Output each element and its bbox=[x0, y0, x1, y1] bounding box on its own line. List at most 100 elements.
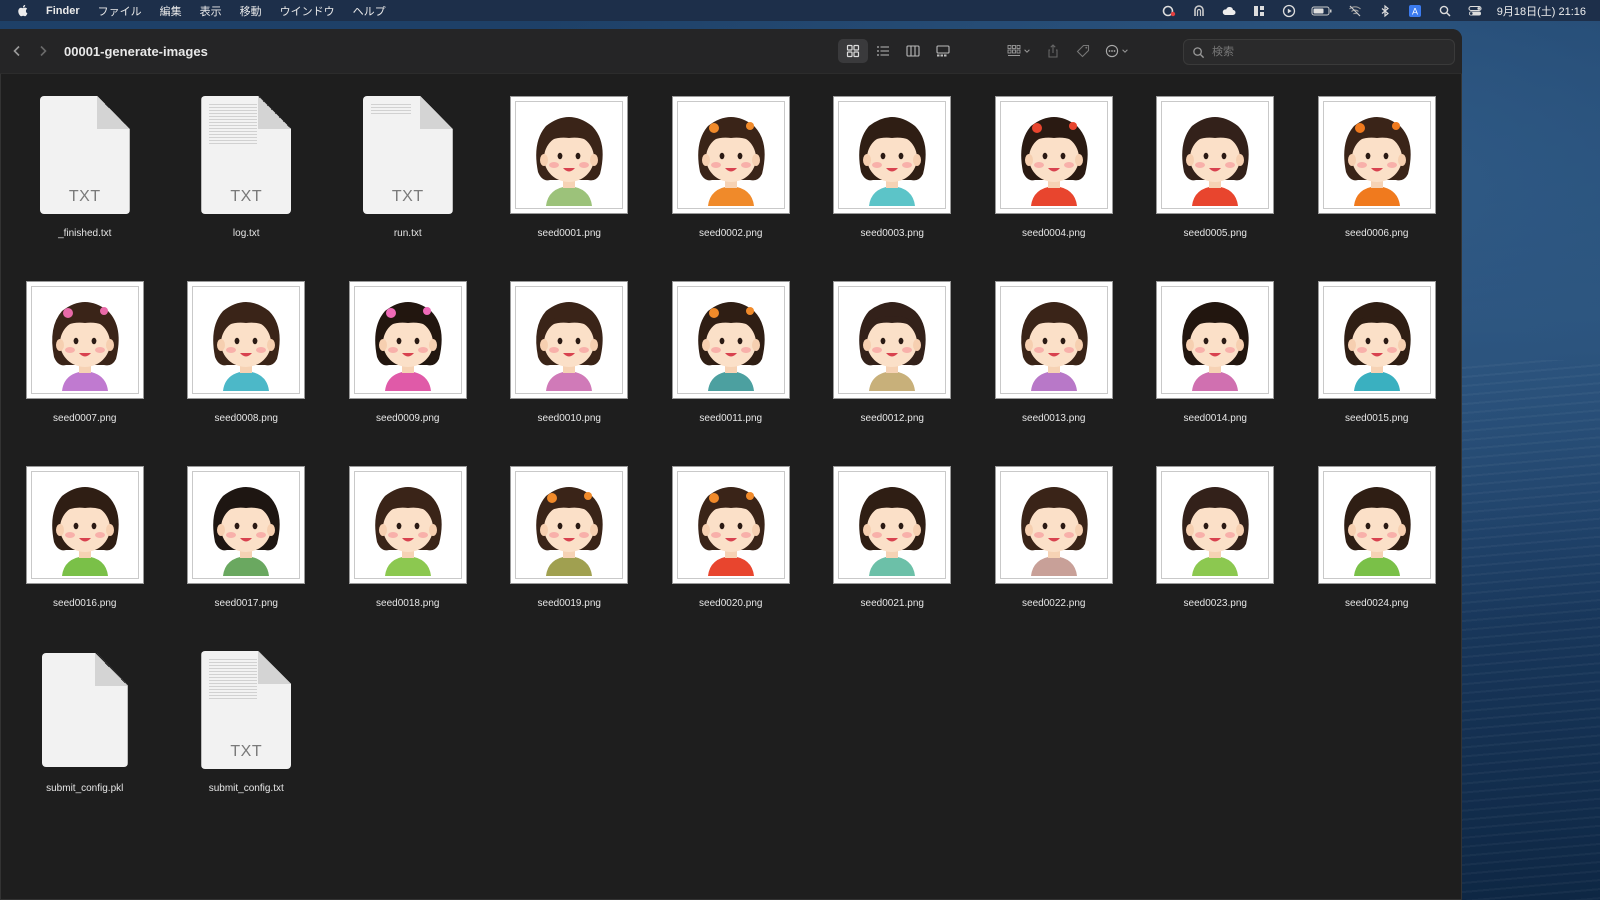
back-button[interactable] bbox=[4, 38, 30, 64]
girl-face-illustration-icon bbox=[839, 102, 946, 208]
text-document-icon: TXT bbox=[39, 96, 130, 214]
menu-window[interactable]: ウインドウ bbox=[271, 0, 344, 21]
app-menu-finder[interactable]: Finder bbox=[42, 0, 89, 21]
chevron-down-icon bbox=[1024, 49, 1030, 53]
file-name-label: run.txt bbox=[393, 228, 422, 239]
play-icon[interactable] bbox=[1281, 4, 1297, 18]
search-field[interactable] bbox=[1183, 39, 1455, 65]
forward-button[interactable] bbox=[30, 38, 56, 64]
file-item[interactable]: seed0011.png bbox=[650, 266, 812, 451]
file-item[interactable]: TXT submit_config.txt bbox=[166, 636, 328, 821]
chevron-left-icon bbox=[13, 45, 20, 57]
file-item[interactable]: seed0014.png bbox=[1135, 266, 1297, 451]
file-name-label: submit_config.txt bbox=[208, 783, 284, 794]
action-group bbox=[1000, 39, 1136, 63]
file-name-label: seed0002.png bbox=[699, 228, 763, 239]
file-item[interactable]: submit_config.pkl bbox=[4, 636, 166, 821]
menu-edit[interactable]: 編集 bbox=[151, 0, 191, 21]
menu-view[interactable]: 表示 bbox=[191, 0, 231, 21]
file-extension-label: TXT bbox=[230, 743, 263, 760]
file-name-label: seed0014.png bbox=[1183, 413, 1247, 424]
girl-face-illustration-icon bbox=[1000, 472, 1107, 578]
girl-face-illustration-icon bbox=[516, 102, 623, 208]
file-item[interactable]: seed0013.png bbox=[973, 266, 1135, 451]
cloud-icon[interactable] bbox=[1221, 4, 1237, 18]
ellipsis-circle-icon bbox=[1105, 44, 1119, 58]
share-button[interactable] bbox=[1038, 39, 1068, 63]
file-item[interactable]: TXT run.txt bbox=[327, 81, 489, 266]
file-item[interactable]: seed0016.png bbox=[4, 451, 166, 636]
image-preview bbox=[1157, 282, 1274, 398]
file-item[interactable]: seed0020.png bbox=[650, 451, 812, 636]
menu-file[interactable]: ファイル bbox=[89, 0, 151, 21]
list-icon bbox=[877, 46, 889, 56]
file-item[interactable]: seed0009.png bbox=[327, 266, 489, 451]
icon-view-button[interactable] bbox=[838, 39, 868, 63]
menu-bar-clock[interactable]: 9月18日(土) 21:16 bbox=[1497, 3, 1586, 19]
file-thumbnail bbox=[499, 270, 639, 410]
file-item[interactable]: TXT log.txt bbox=[166, 81, 328, 266]
girl-face-illustration-icon bbox=[839, 472, 946, 578]
file-name-label: seed0020.png bbox=[699, 598, 763, 609]
image-preview bbox=[834, 282, 951, 398]
battery-icon[interactable] bbox=[1311, 4, 1333, 18]
menu-help[interactable]: ヘルプ bbox=[344, 0, 395, 21]
image-preview bbox=[1318, 282, 1435, 398]
finder-toolbar: 00001-generate-images bbox=[0, 29, 1462, 74]
menu-bar-status: A 9月18日(土) 21:16 bbox=[1161, 0, 1600, 21]
file-item[interactable]: seed0012.png bbox=[812, 266, 974, 451]
image-preview bbox=[995, 97, 1112, 213]
file-item[interactable]: seed0015.png bbox=[1296, 266, 1458, 451]
list-view-button[interactable] bbox=[868, 39, 898, 63]
more-actions-button[interactable] bbox=[1098, 39, 1136, 63]
file-item[interactable]: seed0021.png bbox=[812, 451, 974, 636]
spotlight-icon[interactable] bbox=[1437, 4, 1453, 18]
finder-window: 00001-generate-images 検索 TXT _finished.t… bbox=[0, 29, 1462, 900]
file-item[interactable]: seed0005.png bbox=[1135, 81, 1297, 266]
search-input[interactable] bbox=[1210, 45, 1434, 59]
menu-go[interactable]: 移動 bbox=[231, 0, 271, 21]
file-item[interactable]: seed0017.png bbox=[166, 451, 328, 636]
input-method-icon[interactable]: A bbox=[1407, 4, 1423, 18]
group-by-button[interactable] bbox=[1000, 39, 1038, 63]
text-document-icon: TXT bbox=[362, 96, 453, 214]
columns-icon bbox=[906, 45, 920, 57]
wifi-off-icon[interactable] bbox=[1347, 4, 1363, 18]
control-center-icon[interactable] bbox=[1467, 4, 1483, 18]
file-item[interactable]: seed0018.png bbox=[327, 451, 489, 636]
file-item[interactable]: seed0010.png bbox=[489, 266, 651, 451]
file-thumbnail: TXT bbox=[176, 640, 316, 780]
file-name-label: seed0017.png bbox=[214, 598, 278, 609]
file-item[interactable]: seed0006.png bbox=[1296, 81, 1458, 266]
file-item[interactable]: seed0007.png bbox=[4, 266, 166, 451]
column-view-button[interactable] bbox=[898, 39, 928, 63]
girl-face-illustration-icon bbox=[677, 102, 784, 208]
grid-app-icon[interactable] bbox=[1251, 4, 1267, 18]
file-name-label: seed0011.png bbox=[699, 413, 763, 424]
file-item[interactable]: TXT _finished.txt bbox=[4, 81, 166, 266]
menu-bar: Finder ファイル 編集 表示 移動 ウインドウ ヘルプ A 9月18日(土… bbox=[0, 0, 1600, 21]
file-item[interactable]: seed0002.png bbox=[650, 81, 812, 266]
file-item[interactable]: seed0008.png bbox=[166, 266, 328, 451]
apple-menu-icon[interactable] bbox=[16, 4, 30, 18]
girl-face-illustration-icon bbox=[677, 472, 784, 578]
tag-button[interactable] bbox=[1068, 39, 1098, 63]
vpn-icon[interactable] bbox=[1191, 4, 1207, 18]
creative-cloud-icon[interactable] bbox=[1161, 4, 1177, 18]
file-item[interactable]: seed0004.png bbox=[973, 81, 1135, 266]
file-name-label: seed0001.png bbox=[537, 228, 601, 239]
file-thumbnail bbox=[661, 85, 801, 225]
gallery-view-button[interactable] bbox=[928, 39, 958, 63]
file-item[interactable]: seed0023.png bbox=[1135, 451, 1297, 636]
image-preview bbox=[672, 97, 789, 213]
file-name-label: _finished.txt bbox=[58, 228, 112, 239]
file-item[interactable]: seed0024.png bbox=[1296, 451, 1458, 636]
file-item[interactable]: seed0022.png bbox=[973, 451, 1135, 636]
file-item[interactable]: seed0019.png bbox=[489, 451, 651, 636]
bluetooth-icon[interactable] bbox=[1377, 4, 1393, 18]
girl-face-illustration-icon bbox=[1162, 472, 1269, 578]
chevron-right-icon bbox=[40, 45, 47, 57]
file-name-label: seed0015.png bbox=[1345, 413, 1409, 424]
file-item[interactable]: seed0003.png bbox=[812, 81, 974, 266]
file-item[interactable]: seed0001.png bbox=[489, 81, 651, 266]
